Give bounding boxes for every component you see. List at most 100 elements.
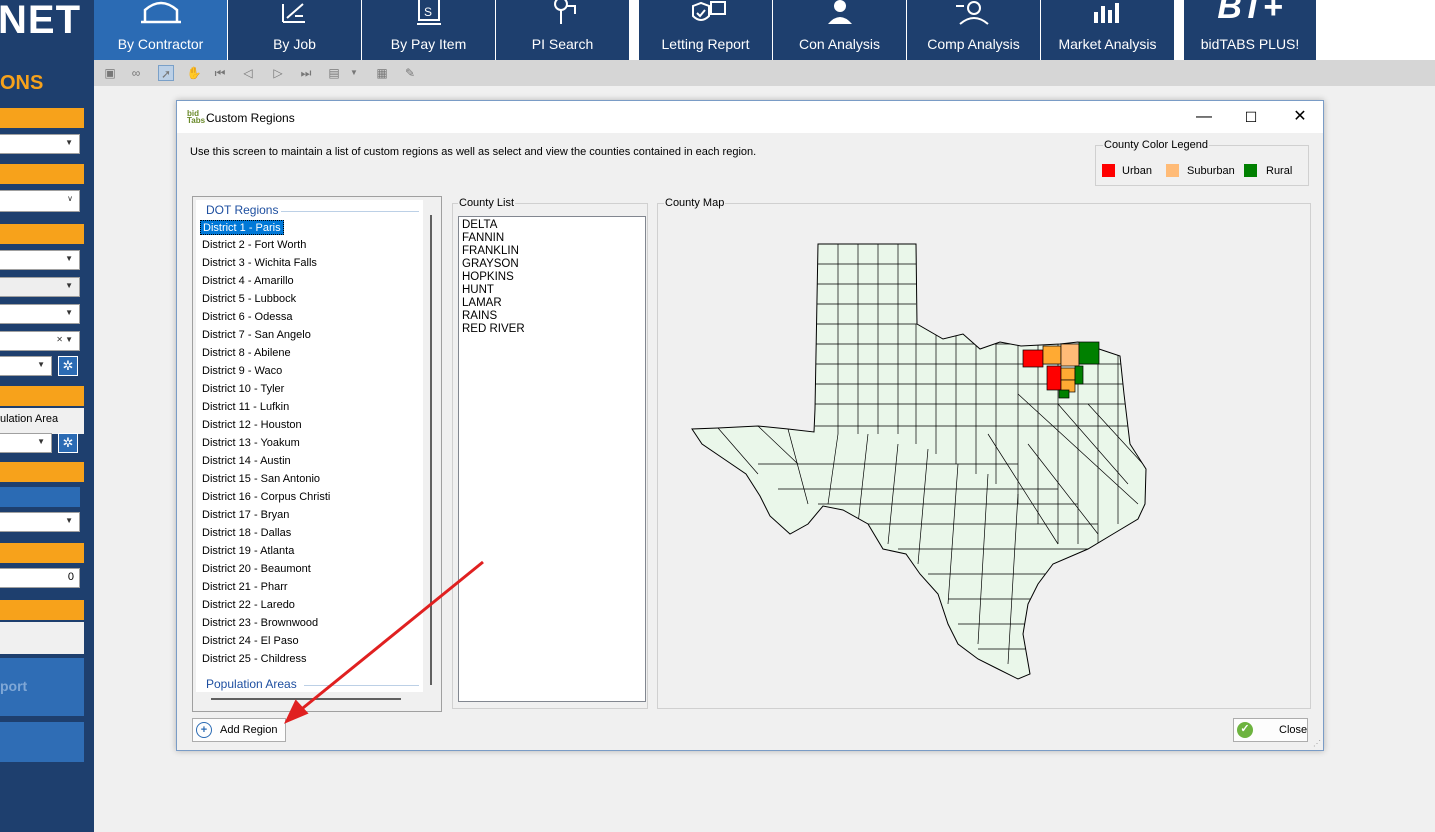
county-listbox[interactable]: DELTA FANNIN FRANKLIN GRAYSON HOPKINS HUNT LAM… <box>458 216 646 702</box>
minimize-icon[interactable]: — <box>1192 107 1216 127</box>
nav-letting-report[interactable]: Letting Report <box>639 0 772 60</box>
region-list-item[interactable]: District 13 - Yoakum <box>200 436 302 451</box>
chevron-down-icon: ▼ <box>65 281 73 290</box>
last-page-icon[interactable]: ⏭ <box>298 65 314 81</box>
region-list-item[interactable]: District 19 - Atlanta <box>200 544 296 559</box>
regions-list[interactable]: DOT Regions Population Areas District 1 … <box>196 200 423 692</box>
region-list-item[interactable]: District 22 - Laredo <box>200 598 297 613</box>
section-header <box>0 600 84 620</box>
region-list-item[interactable]: District 21 - Pharr <box>200 580 290 595</box>
county-list-item[interactable]: RED RIVER <box>462 323 525 336</box>
print-icon[interactable]: ▣ <box>102 65 118 81</box>
region-list-item[interactable]: District 2 - Fort Worth <box>200 238 308 253</box>
dropdown-field[interactable]: ▼ <box>0 304 80 324</box>
county-list-item[interactable]: FANNIN <box>462 232 504 245</box>
region-list-item[interactable]: District 1 - Paris <box>200 220 284 235</box>
region-list-item[interactable]: District 12 - Houston <box>200 418 304 433</box>
chevron-down-icon: ▼ <box>65 308 73 317</box>
hand-icon[interactable]: ✋ <box>186 65 202 81</box>
legend-swatch-suburban <box>1166 164 1179 177</box>
county-list-item[interactable]: DELTA <box>462 219 497 232</box>
chevron-down-icon: ▼ <box>65 138 73 147</box>
nav-by-contractor[interactable]: By Contractor <box>94 0 227 60</box>
nav-by-job[interactable]: By Job <box>228 0 361 60</box>
add-region-button[interactable]: + Add Region <box>192 718 286 742</box>
dropdown-field[interactable]: ▼ <box>0 356 52 376</box>
dropdown-field[interactable]: ▼ <box>0 250 80 270</box>
dropdown-field[interactable]: ▼ <box>0 512 80 532</box>
gear-icon[interactable]: ✲ <box>58 356 78 376</box>
county-red-river[interactable] <box>1078 341 1100 365</box>
selected-option-bar[interactable] <box>0 487 80 507</box>
nav-market-analysis[interactable]: Market Analysis <box>1041 0 1174 60</box>
next-page-icon[interactable]: ▷ <box>270 65 286 81</box>
close-button[interactable]: ✓ Close <box>1233 718 1308 742</box>
close-icon[interactable]: ✕ <box>1288 107 1312 127</box>
nav-by-pay-item[interactable]: S By Pay Item <box>362 0 495 60</box>
dropdown-field[interactable]: ∨ <box>0 190 80 212</box>
nav-bidtabs-plus[interactable]: BT+ bidTABS PLUS! <box>1184 0 1316 60</box>
dropdown-field[interactable]: ▼ <box>0 433 52 453</box>
county-grayson[interactable] <box>1022 349 1044 368</box>
county-fannin[interactable] <box>1042 345 1062 365</box>
section-header <box>0 462 84 482</box>
region-list-item[interactable]: District 17 - Bryan <box>200 508 291 523</box>
pointer-icon[interactable]: ➚ <box>158 65 174 81</box>
county-list-item[interactable]: RAINS <box>462 310 497 323</box>
county-franklin[interactable] <box>1074 365 1084 385</box>
region-list-item[interactable]: District 7 - San Angelo <box>200 328 313 343</box>
nav-label: By Job <box>273 36 316 52</box>
region-list-item[interactable]: District 20 - Beaumont <box>200 562 313 577</box>
county-list-item[interactable]: GRAYSON <box>462 258 519 271</box>
region-list-item[interactable]: District 18 - Dallas <box>200 526 293 541</box>
region-list-item[interactable]: District 6 - Odessa <box>200 310 294 325</box>
region-list-item[interactable]: District 15 - San Antonio <box>200 472 322 487</box>
region-list-item[interactable]: District 4 - Amarillo <box>200 274 296 289</box>
nav-comp-analysis[interactable]: Comp Analysis <box>907 0 1040 60</box>
region-list-item[interactable]: District 14 - Austin <box>200 454 293 469</box>
vertical-scrollbar[interactable] <box>430 215 432 685</box>
county-delta[interactable] <box>1060 367 1076 381</box>
nav-pi-search[interactable]: PI Search <box>496 0 629 60</box>
resize-grip-icon[interactable]: ⋰ <box>1313 739 1321 748</box>
region-list-item[interactable]: District 25 - Childress <box>200 652 309 667</box>
previous-page-icon[interactable]: ◁ <box>240 65 256 81</box>
nav-label: Market Analysis <box>1058 36 1157 52</box>
gear-icon[interactable]: ✲ <box>58 433 78 453</box>
region-list-item[interactable]: District 9 - Waco <box>200 364 284 379</box>
dropdown-field[interactable]: ▼ <box>0 134 80 154</box>
bidtabs-plus-logo: BT+ <box>1217 0 1283 26</box>
county-list-item[interactable]: FRANKLIN <box>462 245 519 258</box>
region-list-item[interactable]: District 16 - Corpus Christi <box>200 490 332 505</box>
regions-listbox[interactable]: DOT Regions Population Areas District 1 … <box>192 196 442 712</box>
edit-icon[interactable]: ✎ <box>402 65 418 81</box>
county-rains[interactable] <box>1058 389 1070 399</box>
county-lamar[interactable] <box>1060 343 1080 367</box>
county-hunt[interactable] <box>1046 365 1062 391</box>
secondary-button[interactable] <box>0 722 84 762</box>
find-icon[interactable]: ∞ <box>128 65 144 81</box>
chevron-down-icon[interactable]: ▼ <box>346 65 362 81</box>
report-button[interactable]: port <box>0 658 84 716</box>
region-list-item[interactable]: District 8 - Abilene <box>200 346 293 361</box>
region-list-item[interactable]: District 23 - Brownwood <box>200 616 320 631</box>
export-icon[interactable]: ▦ <box>374 65 390 81</box>
dropdown-field-clearable[interactable]: ✕ ▼ <box>0 331 80 351</box>
region-list-item[interactable]: District 3 - Wichita Falls <box>200 256 319 271</box>
county-list-item[interactable]: LAMAR <box>462 297 502 310</box>
horizontal-scrollbar[interactable] <box>211 698 401 700</box>
first-page-icon[interactable]: ⏮ <box>212 65 228 81</box>
numeric-input[interactable]: 0 <box>0 568 80 588</box>
clear-icon[interactable]: ✕ <box>56 335 63 344</box>
nav-con-analysis[interactable]: Con Analysis <box>773 0 906 60</box>
maximize-icon[interactable]: ☐ <box>1239 107 1263 127</box>
region-list-item[interactable]: District 11 - Lufkin <box>200 400 291 415</box>
county-list-item[interactable]: HOPKINS <box>462 271 514 284</box>
region-list-item[interactable]: District 10 - Tyler <box>200 382 286 397</box>
region-list-item[interactable]: District 5 - Lubbock <box>200 292 298 307</box>
multipage-icon[interactable]: ▤ <box>326 65 342 81</box>
group-header-dot-regions: DOT Regions <box>206 203 279 217</box>
county-list-item[interactable]: HUNT <box>462 284 494 297</box>
texas-county-map[interactable] <box>658 204 1310 708</box>
region-list-item[interactable]: District 24 - El Paso <box>200 634 301 649</box>
